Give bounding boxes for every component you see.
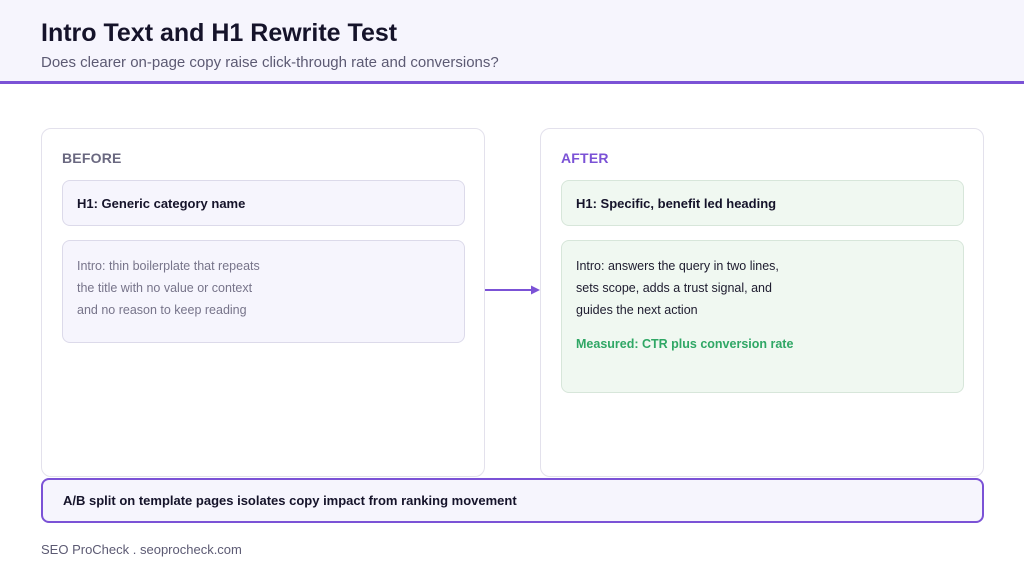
after-intro-line: sets scope, adds a trust signal, and (576, 281, 772, 295)
page-subtitle: Does clearer on-page copy raise click-th… (41, 54, 499, 71)
page-title: Intro Text and H1 Rewrite Test (41, 19, 398, 47)
before-panel: BEFORE H1: Generic category name Intro: … (41, 128, 485, 477)
after-intro-line: Intro: answers the query in two lines, (576, 259, 779, 273)
measured-metric: Measured: CTR plus conversion rate (576, 337, 794, 351)
after-panel: AFTER H1: Specific, benefit led heading … (540, 128, 984, 477)
after-intro-box: Intro: answers the query in two lines, s… (561, 240, 964, 393)
before-h1-text: H1: Generic category name (77, 195, 246, 211)
after-h1-box: H1: Specific, benefit led heading (561, 180, 964, 226)
before-intro-line: and no reason to keep reading (77, 303, 247, 317)
method-banner-text: A/B split on template pages isolates cop… (63, 493, 517, 508)
after-intro-line: guides the next action (576, 303, 698, 317)
header: Intro Text and H1 Rewrite Test Does clea… (0, 0, 1024, 84)
before-intro-box: Intro: thin boilerplate that repeats the… (62, 240, 465, 343)
before-intro-line: the title with no value or context (77, 281, 253, 295)
before-h1-box: H1: Generic category name (62, 180, 465, 226)
after-h1-text: H1: Specific, benefit led heading (576, 195, 777, 211)
method-banner: A/B split on template pages isolates cop… (41, 478, 984, 523)
before-label: BEFORE (62, 150, 122, 166)
after-label: AFTER (561, 150, 609, 166)
before-intro-line: Intro: thin boilerplate that repeats (77, 259, 260, 273)
right-arrow-icon (485, 285, 540, 295)
footer-credit: SEO ProCheck . seoprocheck.com (41, 542, 242, 557)
